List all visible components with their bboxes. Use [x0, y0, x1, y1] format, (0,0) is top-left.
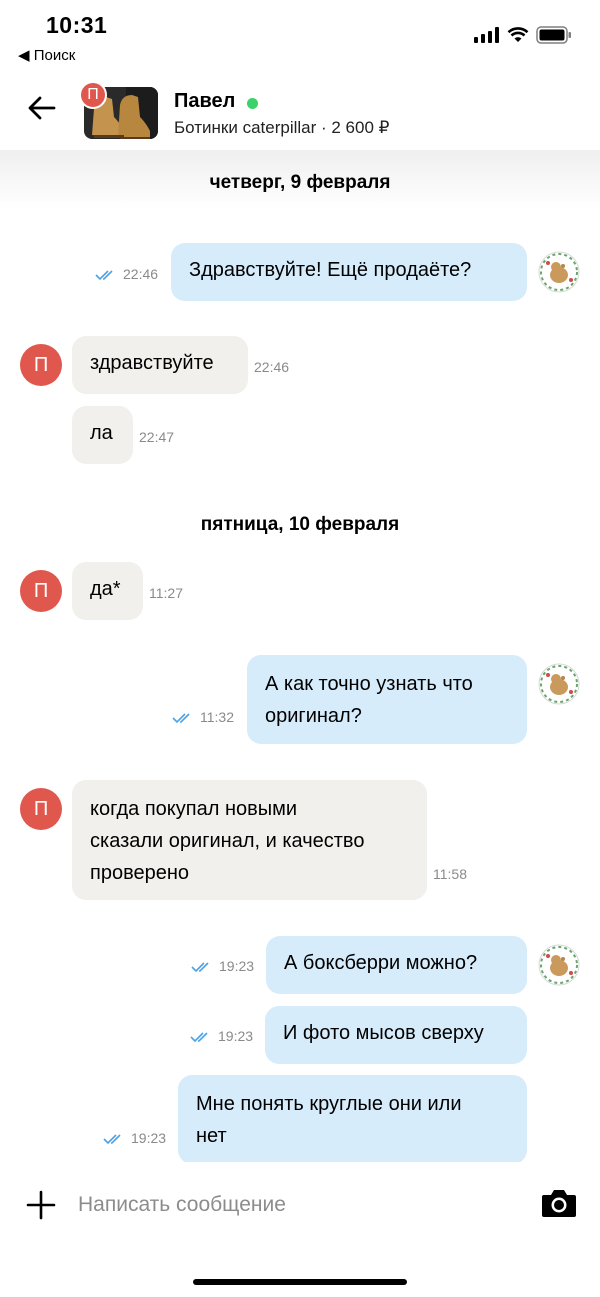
message-time: 11:32	[200, 709, 234, 725]
back-to-search-link[interactable]: ◀ Поиск	[18, 46, 75, 64]
item-title[interactable]: Ботинки caterpillar · 2 600 ₽	[174, 118, 389, 138]
message-outgoing: Здравствуйте! Ещё продаёте?	[171, 243, 527, 301]
seller-avatar: П	[20, 570, 62, 612]
my-avatar	[538, 251, 580, 293]
message-text: ла	[90, 422, 113, 444]
read-ticks-icon	[172, 713, 190, 724]
input-bar	[0, 1162, 600, 1297]
message-outgoing: А боксберри можно?	[266, 936, 527, 994]
read-ticks-icon	[103, 1134, 121, 1145]
status-time: 10:31	[46, 12, 108, 38]
message-input[interactable]: Написать сообщение	[78, 1193, 286, 1217]
message-time: 19:23	[219, 958, 255, 974]
home-indicator	[193, 1279, 407, 1285]
message-incoming: когда покупал новыми сказали оригинал, и…	[72, 780, 427, 900]
message-line: проверено	[90, 862, 190, 884]
message-time: 11:27	[149, 585, 183, 601]
message-incoming: ла	[72, 406, 133, 464]
message-text: А боксберри можно?	[284, 952, 478, 974]
signal-icon	[474, 27, 499, 43]
message-text: да*	[90, 578, 121, 600]
message-line: Мне понять круглые они или	[196, 1093, 462, 1115]
attach-plus-icon[interactable]	[26, 1190, 56, 1220]
message-time: 11:58	[433, 866, 467, 882]
message-line: оригинал?	[265, 705, 362, 727]
chat-area[interactable]: четверг, 9 февраля 22:46 Здравствуйте! Е…	[0, 150, 600, 1162]
seller-avatar: П	[20, 344, 62, 386]
online-indicator	[247, 98, 258, 109]
message-incoming: да*	[72, 562, 143, 620]
read-ticks-icon	[191, 962, 209, 973]
seller-avatar-badge: П	[79, 81, 107, 109]
message-text: Здравствуйте! Ещё продаёте?	[189, 259, 472, 281]
message-time: 19:23	[218, 1028, 254, 1044]
back-arrow-icon[interactable]	[24, 90, 60, 126]
message-time: 19:23	[131, 1130, 167, 1146]
message-outgoing: И фото мысов сверху	[265, 1006, 527, 1064]
message-incoming: здравствуйте	[72, 336, 248, 394]
day-separator: пятница, 10 февраля	[200, 514, 400, 535]
message-line: А как точно узнать что	[265, 673, 473, 695]
status-icons	[474, 25, 572, 45]
message-text: И фото мысов сверху	[283, 1022, 484, 1044]
seller-avatar: П	[20, 788, 62, 830]
message-time: 22:47	[139, 429, 175, 445]
read-ticks-icon	[190, 1032, 208, 1043]
my-avatar	[538, 944, 580, 986]
message-text: здравствуйте	[90, 352, 214, 374]
read-ticks-icon	[95, 270, 113, 281]
message-line: нет	[196, 1125, 227, 1147]
seller-name[interactable]: Павел	[174, 90, 235, 113]
battery-icon	[536, 26, 571, 44]
message-outgoing: Мне понять круглые они или нет	[178, 1075, 527, 1162]
wifi-icon	[507, 27, 529, 42]
message-time: 22:46	[254, 359, 290, 375]
message-outgoing: А как точно узнать что оригинал?	[247, 655, 527, 744]
day-separator: четверг, 9 февраля	[209, 172, 391, 193]
message-time: 22:46	[123, 266, 159, 282]
message-line: сказали оригинал, и качество	[90, 830, 365, 852]
my-avatar	[538, 663, 580, 705]
message-line: когда покупал новыми	[90, 798, 298, 820]
camera-icon[interactable]	[540, 1187, 578, 1219]
